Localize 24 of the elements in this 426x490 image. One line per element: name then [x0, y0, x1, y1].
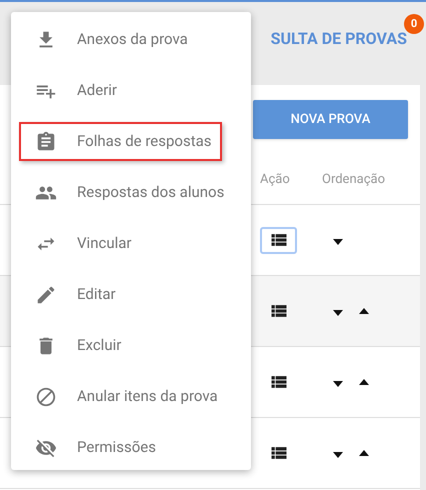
menu-item[interactable]: Excluir — [19, 326, 132, 365]
move-down-icon[interactable] — [333, 239, 343, 245]
move-up-icon[interactable] — [359, 308, 369, 314]
notification-badge: 0 — [404, 14, 424, 34]
move-down-icon[interactable] — [333, 310, 343, 316]
menu-item[interactable]: Editar — [19, 275, 126, 314]
menu-item[interactable]: Permissões — [19, 428, 166, 467]
menu-item[interactable]: Aderir — [19, 71, 128, 110]
block-icon — [35, 386, 57, 408]
menu-item[interactable]: Anexos da prova — [19, 20, 198, 59]
new-test-button[interactable]: NOVA PROVA — [253, 100, 408, 139]
move-down-icon[interactable] — [333, 452, 343, 458]
page-title: SULTA DE PROVAS — [270, 29, 407, 48]
move-up-icon[interactable] — [359, 450, 369, 456]
menu-item[interactable]: Respostas dos alunos — [19, 173, 234, 212]
menu-item[interactable]: Folhas de respostas — [19, 122, 222, 161]
action-list-button[interactable] — [260, 226, 297, 254]
column-header: Ordenação — [322, 170, 385, 189]
clipboard-icon — [35, 130, 57, 152]
column-header: Ação — [259, 170, 291, 189]
menu-item[interactable]: Vincular — [19, 224, 142, 263]
move-down-icon[interactable] — [333, 381, 343, 387]
menu-item[interactable]: Anular itens da prova — [19, 377, 228, 416]
move-up-icon[interactable] — [359, 379, 369, 385]
